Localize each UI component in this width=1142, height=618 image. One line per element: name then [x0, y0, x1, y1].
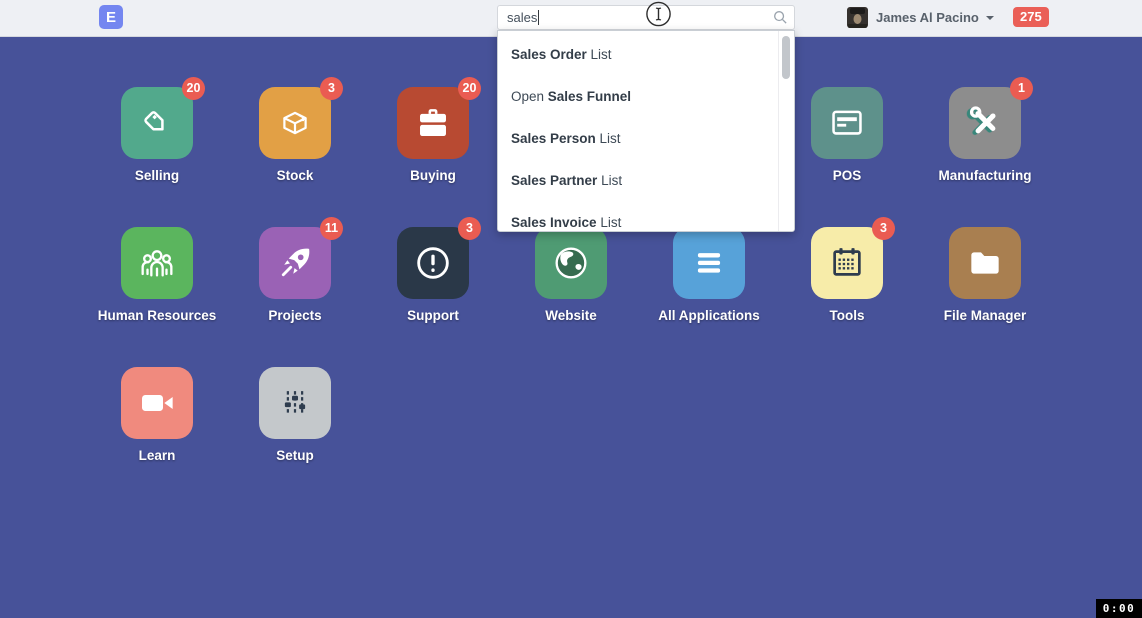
- module-label: Human Resources: [88, 308, 226, 323]
- tag-icon: 20: [121, 87, 193, 159]
- module-all-applications[interactable]: All Applications: [640, 227, 778, 323]
- box-icon: 3: [259, 87, 331, 159]
- globe-icon: [535, 227, 607, 299]
- module-label: Manufacturing: [916, 168, 1054, 183]
- module-pos[interactable]: POS: [778, 87, 916, 183]
- module-buying[interactable]: 20 Buying: [364, 87, 502, 183]
- module-label: Selling: [88, 168, 226, 183]
- search-suggestions-dropdown: Sales Order List Open Sales Funnel Sales…: [497, 30, 795, 232]
- user-avatar: [847, 7, 868, 28]
- module-setup[interactable]: Setup: [226, 367, 364, 463]
- module-label: Support: [364, 308, 502, 323]
- module-label: Learn: [88, 448, 226, 463]
- module-human-resources[interactable]: Human Resources: [88, 227, 226, 323]
- module-learn[interactable]: Learn: [88, 367, 226, 463]
- module-label: Buying: [364, 168, 502, 183]
- suggestion-sales-person-list[interactable]: Sales Person List: [498, 118, 794, 160]
- module-file-manager[interactable]: File Manager: [916, 227, 1054, 323]
- calendar-icon: 3: [811, 227, 883, 299]
- module-label: File Manager: [916, 308, 1054, 323]
- pos-terminal-icon: [811, 87, 883, 159]
- module-tools[interactable]: 3 Tools: [778, 227, 916, 323]
- module-label: Website: [502, 308, 640, 323]
- suggestion-sales-invoice-list[interactable]: Sales Invoice List: [498, 202, 794, 232]
- module-label: All Applications: [640, 308, 778, 323]
- dropdown-scrollbar-thumb[interactable]: [782, 36, 790, 79]
- user-menu[interactable]: James Al Pacino: [847, 7, 994, 28]
- module-label: Setup: [226, 448, 364, 463]
- video-camera-icon: [121, 367, 193, 439]
- module-label: Stock: [226, 168, 364, 183]
- global-search: [497, 5, 795, 30]
- module-selling[interactable]: 20 Selling: [88, 87, 226, 183]
- people-icon: [121, 227, 193, 299]
- open-count-badge: 3: [872, 217, 895, 240]
- suggestion-open-sales-funnel[interactable]: Open Sales Funnel: [498, 76, 794, 118]
- notifications-count-badge[interactable]: 275: [1013, 7, 1049, 27]
- open-count-badge: 11: [320, 217, 343, 240]
- module-label: Projects: [226, 308, 364, 323]
- suggestion-sales-partner-list[interactable]: Sales Partner List: [498, 160, 794, 202]
- open-count-badge: 3: [320, 77, 343, 100]
- chevron-down-icon: [986, 16, 994, 20]
- recording-timer: 0:00: [1096, 599, 1142, 618]
- open-count-badge: 20: [458, 77, 481, 100]
- desk-screen: E James Al Pacino 275 Sales Order List O…: [0, 0, 1142, 618]
- module-support[interactable]: 3 Support: [364, 227, 502, 323]
- open-count-badge: 3: [458, 217, 481, 240]
- open-count-badge: 20: [182, 77, 205, 100]
- suggestion-sales-order-list[interactable]: Sales Order List: [498, 34, 794, 76]
- module-projects[interactable]: 11 Projects: [226, 227, 364, 323]
- module-manufacturing[interactable]: 1 Manufacturing: [916, 87, 1054, 183]
- app-logo[interactable]: E: [99, 5, 123, 29]
- open-count-badge: 1: [1010, 77, 1033, 100]
- sliders-icon: [259, 367, 331, 439]
- alert-circle-icon: 3: [397, 227, 469, 299]
- search-icon[interactable]: [773, 10, 788, 25]
- search-input[interactable]: [497, 5, 795, 30]
- user-name: James Al Pacino: [876, 10, 979, 25]
- module-stock[interactable]: 3 Stock: [226, 87, 364, 183]
- rocket-icon: 11: [259, 227, 331, 299]
- folder-icon: [949, 227, 1021, 299]
- briefcase-icon: 20: [397, 87, 469, 159]
- module-label: POS: [778, 168, 916, 183]
- module-label: Tools: [778, 308, 916, 323]
- menu-icon: [673, 227, 745, 299]
- tools-icon: 1: [949, 87, 1021, 159]
- module-website[interactable]: Website: [502, 227, 640, 323]
